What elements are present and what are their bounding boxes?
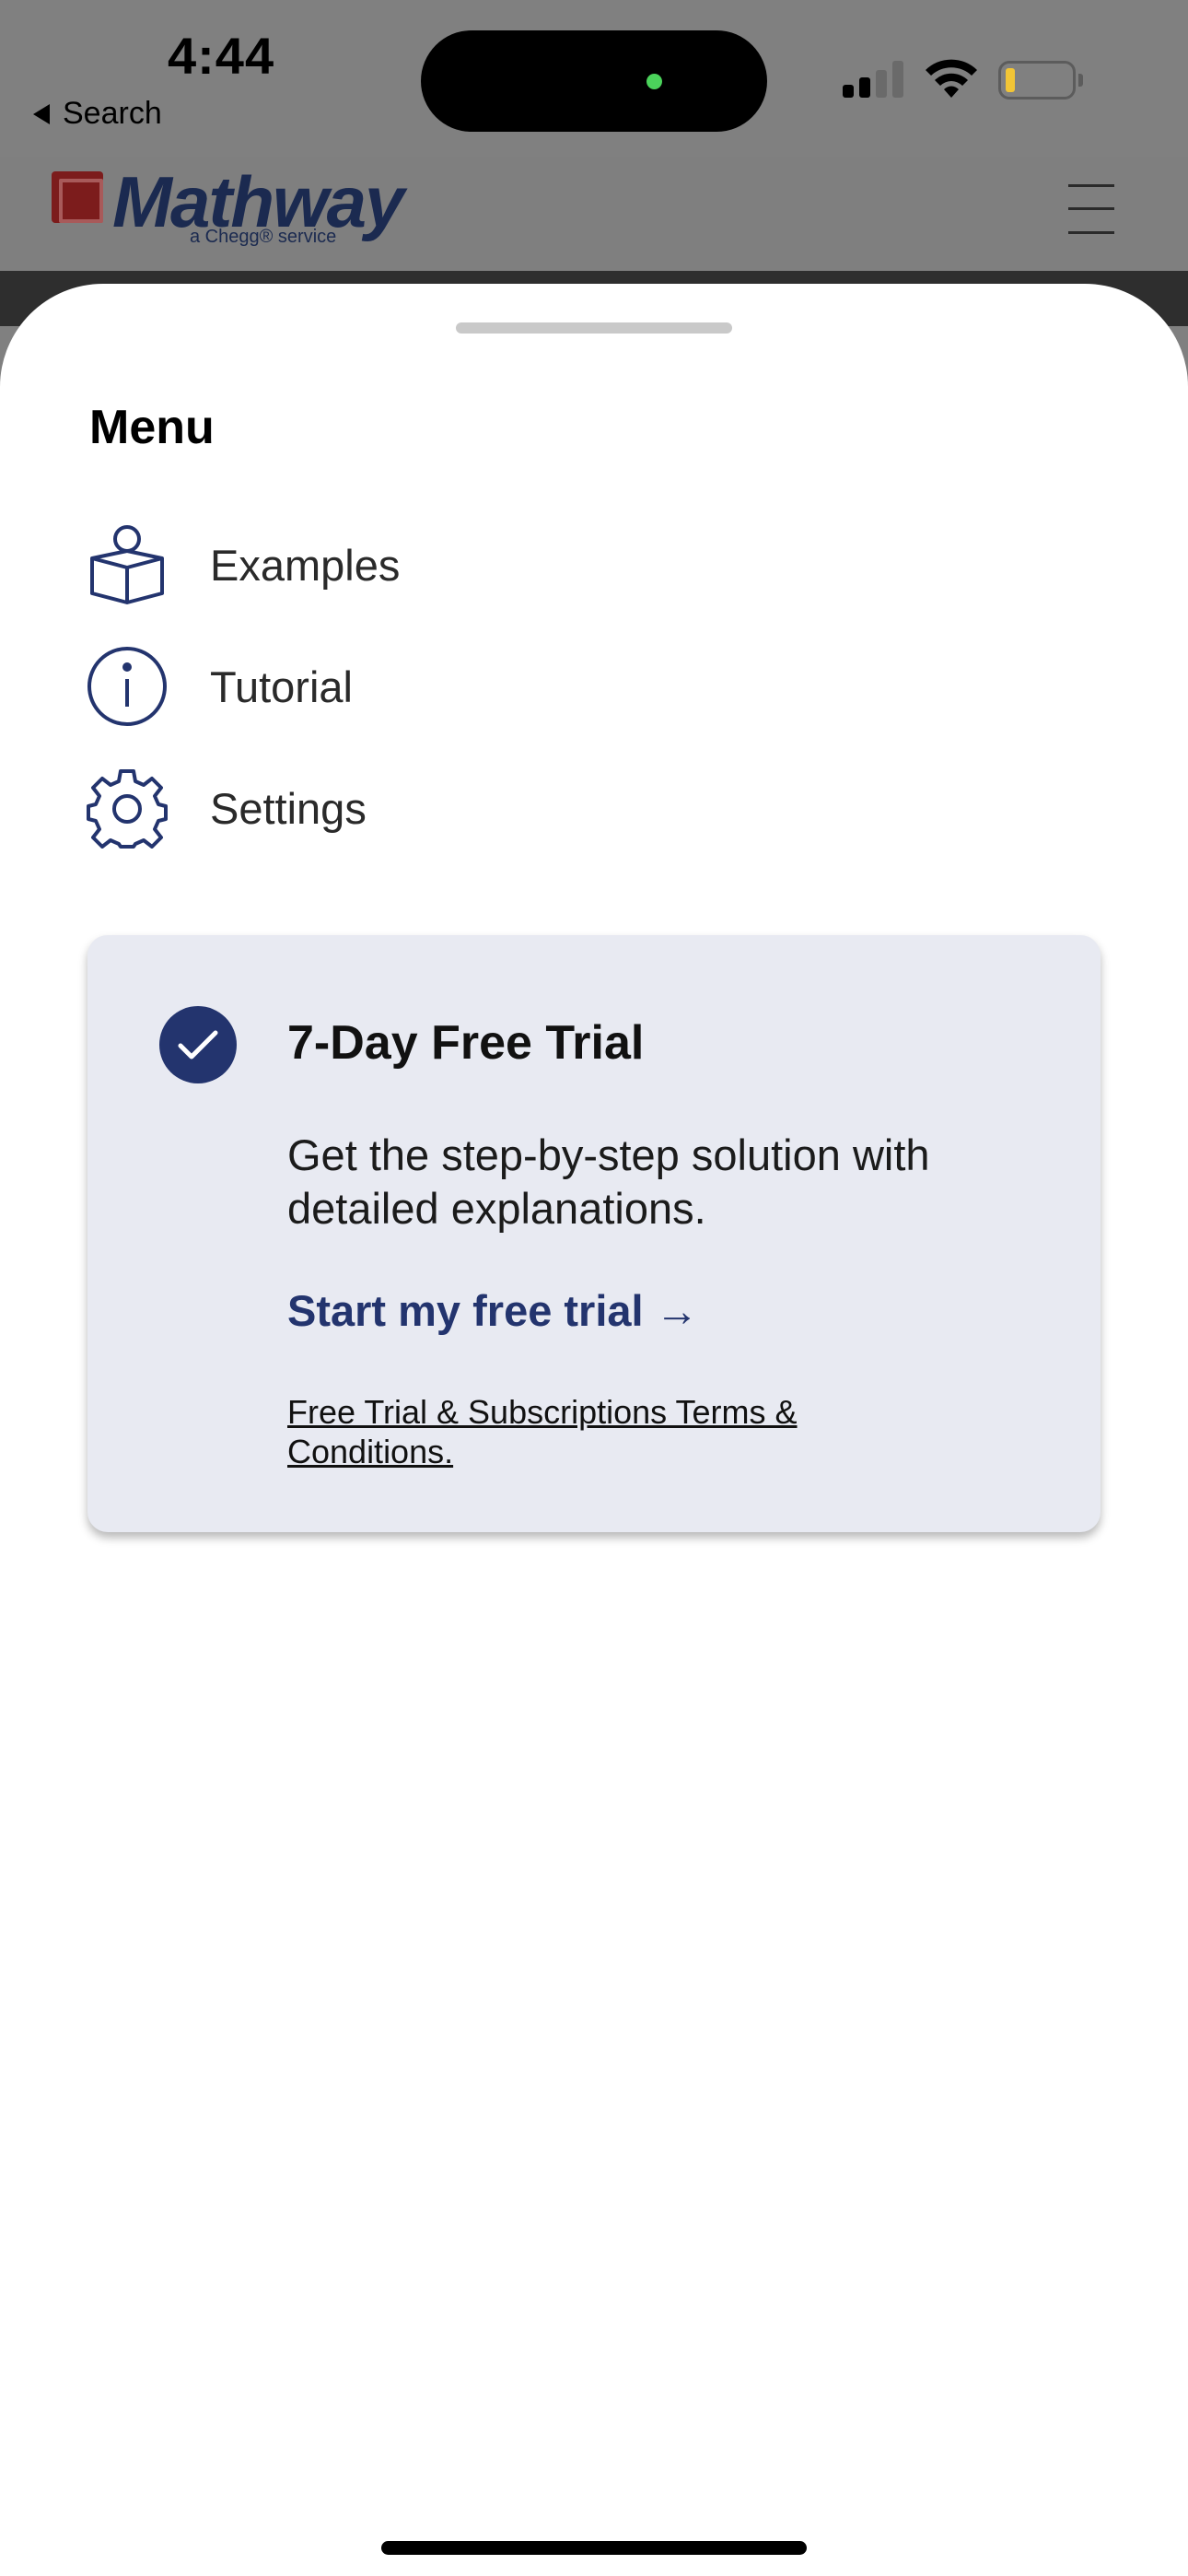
menu-item-tutorial[interactable]: Tutorial — [83, 636, 912, 737]
menu-sheet: Menu Examples Tutorial Settings 7-Day Fr… — [0, 284, 1188, 2576]
trial-description: Get the step-by-step solution with detai… — [287, 1130, 930, 1233]
book-reader-icon — [83, 521, 171, 609]
menu-item-label: Tutorial — [210, 662, 353, 711]
menu-title: Menu — [89, 401, 215, 454]
trial-terms-link[interactable]: Free Trial & Subscriptions Terms & Condi… — [287, 1392, 895, 1471]
trial-title: 7-Day Free Trial — [287, 1016, 645, 1070]
back-triangle-icon — [33, 103, 50, 124]
free-trial-card: 7-Day Free Trial Get the step-by-step so… — [87, 935, 1101, 1532]
cellular-signal-icon — [843, 61, 905, 98]
back-label: Search — [63, 96, 162, 131]
menu-item-label: Examples — [210, 540, 401, 590]
info-icon — [83, 642, 171, 731]
logo-subtext: a Chegg® service — [190, 227, 337, 247]
status-bar: 4:44 Search — [0, 0, 1188, 157]
hamburger-icon[interactable] — [1068, 184, 1114, 234]
screen: 4:44 Search Mathway a Chegg® service Men… — [0, 0, 1188, 2576]
wifi-icon — [926, 59, 977, 98]
gear-icon — [83, 764, 171, 852]
mathway-logo-mark-icon — [52, 171, 103, 223]
menu-item-label: Settings — [210, 783, 367, 833]
battery-icon — [998, 61, 1083, 100]
sheet-grabber-handle[interactable] — [456, 322, 732, 334]
back-to-search-link[interactable]: Search — [33, 96, 162, 132]
status-time: 4:44 — [168, 27, 275, 85]
check-circle-icon — [159, 1006, 237, 1083]
start-free-trial-link[interactable]: Start my free trial → — [287, 1285, 699, 1336]
dynamic-island — [421, 30, 767, 132]
home-indicator[interactable] — [381, 2541, 807, 2555]
menu-item-settings[interactable]: Settings — [83, 757, 912, 859]
camera-indicator-icon — [646, 74, 662, 89]
menu-item-examples[interactable]: Examples — [83, 514, 912, 615]
